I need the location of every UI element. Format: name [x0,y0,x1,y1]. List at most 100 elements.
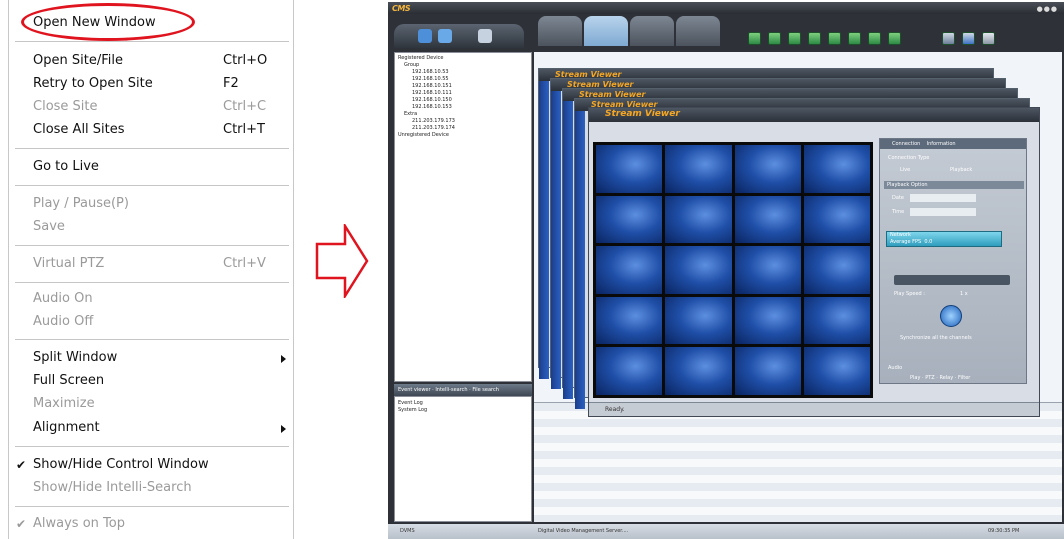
window-side [539,81,549,379]
video-cell[interactable] [665,246,732,294]
menu-item-audio-off[interactable]: Audio Off [9,311,293,333]
menu-item-save[interactable]: Save [9,216,293,238]
video-cell[interactable] [803,145,870,193]
menu-item-label: Virtual PTZ [33,256,105,271]
menu-item-open-site-file[interactable]: Open Site/File Ctrl+O [9,50,293,72]
menu-item-split-window[interactable]: Split Window [9,347,293,369]
tab-connection[interactable]: Connection [892,141,920,147]
menu-item-go-to-live[interactable]: Go to Live [9,156,293,178]
nav-map-icon[interactable] [478,29,492,43]
stream-viewer-window-front[interactable]: Stream Viewer Connection Information Con… [588,107,1040,417]
video-cell[interactable] [803,347,870,395]
menu-item-label: Open New Window [33,15,156,30]
event-tabs[interactable]: Event viewer · Intelli-search · File sea… [394,384,532,396]
video-cell[interactable] [665,347,732,395]
menu-item-maximize[interactable]: Maximize [9,393,293,415]
tab-settings[interactable] [538,16,582,46]
layout-16-icon[interactable] [808,32,821,45]
channel-buttons[interactable] [894,275,1010,285]
video-cell[interactable] [734,246,801,294]
video-cell[interactable] [596,296,663,345]
time-field[interactable] [910,208,976,216]
menu-item-label: Open Site/File [33,53,123,68]
tree-item[interactable]: 192.168.10.53 [398,69,528,76]
average-fps-label: Average FPS 0.0 [887,239,1001,246]
playback-option-label: Playback Option [884,181,1024,189]
event-list [534,402,1062,522]
play-speed-value[interactable]: 1 x [960,291,968,297]
menu-item-open-new-window[interactable]: Open New Window [9,12,293,34]
tree-item[interactable]: 211.203.179.174 [398,125,528,132]
tree-item[interactable]: 192.168.10.151 [398,83,528,90]
menu-separator [15,282,289,283]
status-middle: Digital Video Management Server.... [538,528,629,534]
tree-item[interactable]: 192.168.10.55 [398,76,528,83]
radio-live[interactable]: Live [900,167,910,173]
layout-10-icon[interactable] [868,32,881,45]
menu-item-full-screen[interactable]: Full Screen [9,370,293,392]
tree-item[interactable]: Unregistered Device [398,132,528,139]
tree-item[interactable]: 192.168.10.111 [398,90,528,97]
menu-item-close-all-sites[interactable]: Close All Sites Ctrl+T [9,119,293,141]
video-cell[interactable] [734,145,801,193]
menu-item-audio-on[interactable]: Audio On [9,288,293,310]
tree-item[interactable]: 192.168.10.153 [398,104,528,111]
menu-item-show-hide-intelli-search[interactable]: Show/Hide Intelli-Search [9,477,293,499]
layout-13-icon[interactable] [888,32,901,45]
menu-item-always-on-top[interactable]: ✔ Always on Top [9,513,293,535]
tree-item[interactable]: Group [398,62,528,69]
video-cell[interactable] [803,246,870,294]
video-cell[interactable] [596,347,663,395]
tree-item[interactable]: Event Log [398,400,528,407]
video-cell[interactable] [734,296,801,345]
video-cell[interactable] [596,195,663,244]
tab-information[interactable]: Information [927,141,956,147]
nav-device-icon[interactable] [438,29,452,43]
video-grid [593,142,873,398]
tree-item[interactable]: System Log [398,407,528,414]
menu-item-virtual-ptz[interactable]: Virtual PTZ Ctrl+V [9,253,293,275]
video-cell[interactable] [803,195,870,244]
synchronize-checkbox[interactable]: Synchronize all the channels [900,335,972,341]
menu-item-retry-open-site[interactable]: Retry to Open Site F2 [9,73,293,95]
layout-4-icon[interactable] [768,32,781,45]
video-cell[interactable] [734,195,801,244]
menu-item-play-pause[interactable]: Play / Pause(P) [9,193,293,215]
video-cell[interactable] [665,195,732,244]
menu-item-show-hide-control-window[interactable]: ✔ Show/Hide Control Window [9,454,293,476]
checkmark-icon: ✔ [16,517,27,531]
layout-6-icon[interactable] [828,32,841,45]
network-label: Network [890,232,911,238]
play-speed-label: Play Speed : [894,291,925,297]
video-cell[interactable] [734,347,801,395]
nav-home-icon[interactable] [418,29,432,43]
layout-9-icon[interactable] [788,32,801,45]
menu-item-alignment[interactable]: Alignment [9,417,293,439]
tree-item[interactable]: Registered Device [398,55,528,62]
window-controls[interactable]: ●●● [1037,5,1058,13]
menu-separator [15,185,289,186]
menu-item-close-site[interactable]: Close Site Ctrl+C [9,96,293,118]
tree-item[interactable]: 192.168.10.150 [398,97,528,104]
connection-type-label: Connection Type [888,155,930,161]
tab-live[interactable] [584,16,628,46]
fullscreen-icon[interactable] [942,32,955,45]
video-cell[interactable] [803,296,870,345]
play-pause-icon[interactable] [940,305,962,327]
layout-8-icon[interactable] [848,32,861,45]
layout-1-icon[interactable] [748,32,761,45]
menu-separator [15,339,289,340]
radio-playback[interactable]: Playback [950,167,972,173]
date-field[interactable] [910,194,976,202]
video-cell[interactable] [665,145,732,193]
tab-search[interactable] [630,16,674,46]
tab-config[interactable] [676,16,720,46]
menu-icon[interactable] [982,32,995,45]
tree-item[interactable]: 211.203.179.173 [398,118,528,125]
control-bottom-tabs[interactable]: Play · PTZ · Relay · Filter [910,375,970,381]
video-cell[interactable] [596,246,663,294]
video-cell[interactable] [596,145,663,193]
search-icon[interactable] [962,32,975,45]
tree-item[interactable]: Extra [398,111,528,118]
video-cell[interactable] [665,296,732,345]
